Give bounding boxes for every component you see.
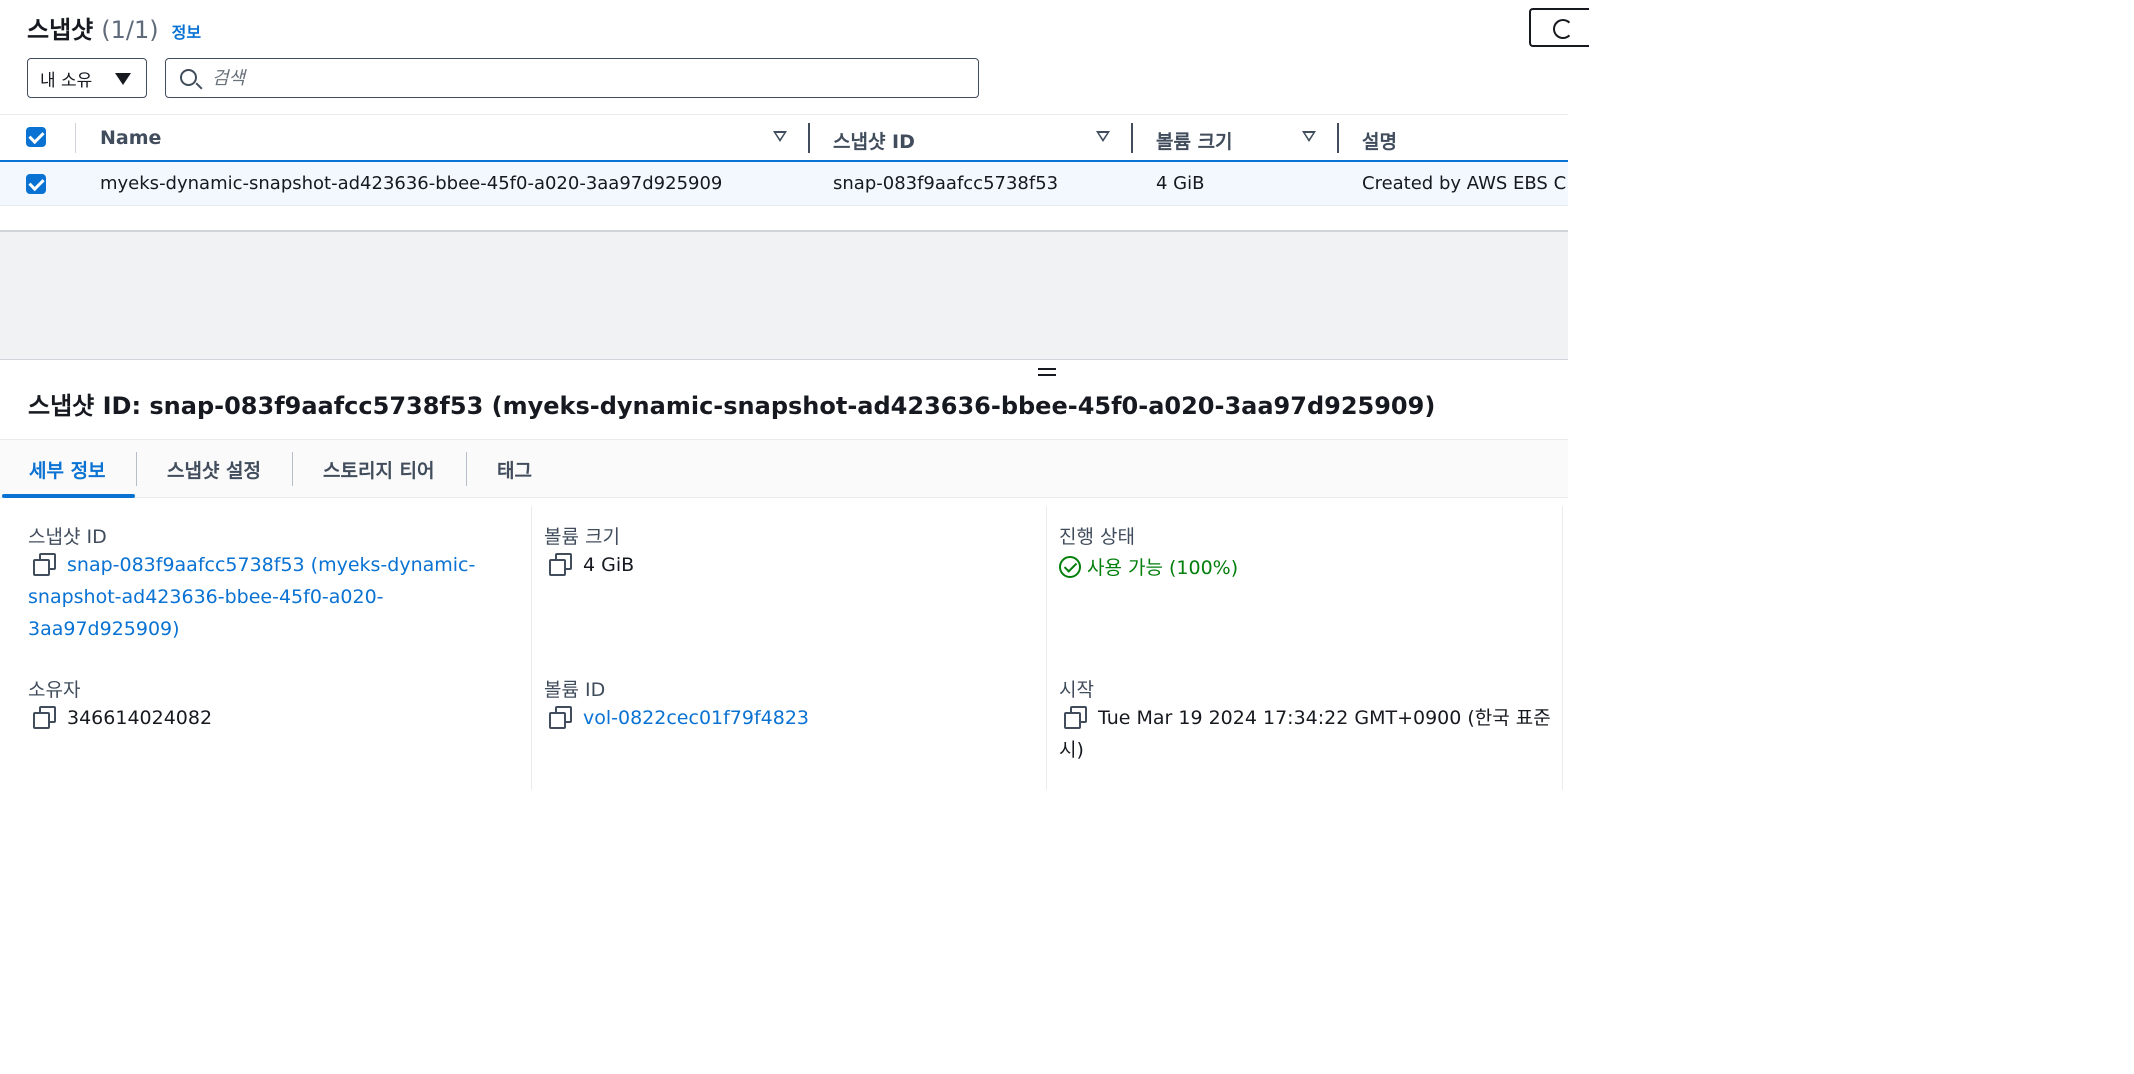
refresh-icon <box>1553 19 1573 39</box>
volume-id-label: 볼륨 ID <box>544 679 606 701</box>
detail-tabs: 세부 정보 스냅샷 설정 스토리지 티어 태그 <box>0 440 1568 498</box>
snapshot-id-link[interactable]: snap-083f9aafcc5738f53 (myeks-dynamic- <box>67 554 475 576</box>
column-resizer[interactable] <box>1337 123 1339 153</box>
row-description: Created by AWS EBS C <box>1362 173 1567 194</box>
detail-title: 스냅샷 ID: snap-083f9aafcc5738f53 (myeks-dy… <box>28 392 1436 420</box>
info-link[interactable]: 정보 <box>172 19 201 43</box>
row-checkbox[interactable] <box>26 174 46 194</box>
column-header-description[interactable]: 설명 <box>1362 127 1397 154</box>
column-divider <box>531 506 532 790</box>
snapshot-detail-panel: 스냅샷 ID: snap-083f9aafcc5738f53 (myeks-dy… <box>0 360 1568 790</box>
snapshot-list-panel: 스냅샷 (1/1) 정보 내 소유 Name 스냅샷 ID 볼륨 크기 설명 m… <box>0 0 1589 230</box>
status-badge: 사용 가능 (100%) <box>1059 553 1238 580</box>
progress-value: 사용 가능 (100%) <box>1087 557 1239 579</box>
snapshot-id-value: snap-083f9aafcc5738f53 (myeks-dynamic- s… <box>28 549 498 645</box>
row-name: myeks-dynamic-snapshot-ad423636-bbee-45f… <box>100 173 723 194</box>
volume-id-value: vol-0822cec01f79f4823 <box>549 702 809 734</box>
volume-size: 4 GiB <box>583 554 635 576</box>
volume-id-link[interactable]: vol-0822cec01f79f4823 <box>583 707 809 729</box>
column-header-name[interactable]: Name <box>100 127 161 149</box>
select-all-checkbox[interactable] <box>26 127 46 147</box>
sort-icon[interactable] <box>1096 131 1110 142</box>
tab-tags[interactable]: 태그 <box>497 456 532 483</box>
copy-icon[interactable] <box>1064 706 1087 729</box>
search-box <box>165 58 979 98</box>
tab-divider <box>466 452 467 486</box>
column-divider <box>1562 506 1563 790</box>
copy-icon[interactable] <box>549 553 572 576</box>
owner-id: 346614024082 <box>67 707 213 729</box>
column-resizer[interactable] <box>1131 123 1133 153</box>
volume-size-label: 볼륨 크기 <box>544 526 620 548</box>
copy-icon[interactable] <box>33 553 56 576</box>
started-time: Tue Mar 19 2024 17:34:22 GMT+0900 (한국 표준 <box>1098 707 1551 729</box>
snapshot-id-link-line3[interactable]: 3aa97d925909) <box>28 613 498 645</box>
tab-divider <box>136 452 137 486</box>
success-icon <box>1059 556 1081 578</box>
tab-details[interactable]: 세부 정보 <box>29 456 106 483</box>
column-header-snapshot-id[interactable]: 스냅샷 ID <box>833 127 915 154</box>
caret-down-icon <box>115 73 131 85</box>
tab-divider <box>292 452 293 486</box>
owner-filter-select[interactable]: 내 소유 <box>27 58 147 98</box>
copy-icon[interactable] <box>33 706 56 729</box>
tab-storage-tier[interactable]: 스토리지 티어 <box>323 456 435 483</box>
snapshot-id-label: 스냅샷 ID <box>28 526 107 548</box>
refresh-button[interactable] <box>1529 8 1589 47</box>
split-panel-gap <box>0 230 1568 360</box>
row-volume-size: 4 GiB <box>1156 173 1205 194</box>
snapshot-id-link-line2[interactable]: snapshot-ad423636-bbee-45f0-a020- <box>28 581 498 613</box>
search-icon <box>180 69 197 86</box>
progress-label: 진행 상태 <box>1059 526 1135 548</box>
table-row[interactable]: myeks-dynamic-snapshot-ad423636-bbee-45f… <box>0 160 1568 206</box>
started-time-line2: 시) <box>1059 739 1084 761</box>
column-resizer[interactable] <box>808 123 810 153</box>
column-divider <box>1046 506 1047 790</box>
selection-count: (1/1) <box>101 16 159 44</box>
row-snapshot-id-link[interactable]: snap-083f9aafcc5738f53 <box>833 173 1058 194</box>
column-divider <box>75 123 76 153</box>
tab-snapshot-settings[interactable]: 스냅샷 설정 <box>167 456 261 483</box>
table-header: Name 스냅샷 ID 볼륨 크기 설명 <box>0 114 1568 160</box>
sort-icon[interactable] <box>1302 131 1316 142</box>
owner-value: 346614024082 <box>33 702 212 734</box>
search-input[interactable] <box>212 65 952 91</box>
owner-filter-value: 내 소유 <box>40 70 93 91</box>
active-tab-indicator <box>2 494 135 498</box>
started-label: 시작 <box>1059 679 1094 701</box>
volume-size-value: 4 GiB <box>549 549 634 581</box>
list-heading: 스냅샷 (1/1) 정보 <box>27 10 201 45</box>
owner-label: 소유자 <box>28 679 81 701</box>
column-header-volume-size[interactable]: 볼륨 크기 <box>1156 127 1233 154</box>
resize-handle-icon[interactable] <box>1038 368 1056 380</box>
copy-icon[interactable] <box>549 706 572 729</box>
page-title: 스냅샷 <box>27 16 94 44</box>
sort-icon[interactable] <box>773 131 787 142</box>
started-value: Tue Mar 19 2024 17:34:22 GMT+0900 (한국 표준… <box>1059 702 1559 766</box>
